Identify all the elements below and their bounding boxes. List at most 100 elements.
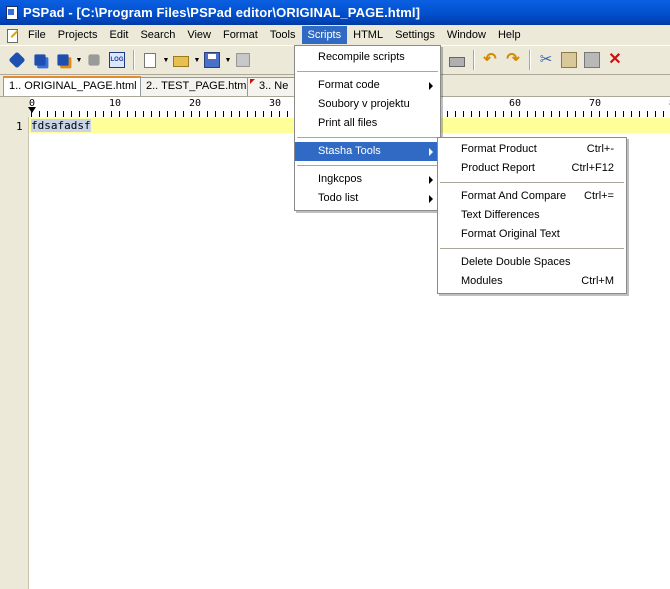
menu-item-label: Modules xyxy=(461,275,503,287)
menu-edit[interactable]: Edit xyxy=(103,26,134,44)
ruler-label: 60 xyxy=(509,98,522,109)
undo-button[interactable]: ↶ xyxy=(479,49,501,71)
menu-separator xyxy=(297,71,438,72)
menu-help[interactable]: Help xyxy=(492,26,527,44)
undo-icon: ↶ xyxy=(483,51,497,68)
new-file-dropdown-arrow[interactable]: ▼ xyxy=(162,49,170,71)
menu-item-todo-list[interactable]: Todo list xyxy=(295,189,440,208)
clipboard-icon xyxy=(584,52,600,68)
document-tab[interactable]: 2.. TEST_PAGE.html xyxy=(140,77,249,96)
redo-button[interactable]: ↷ xyxy=(502,49,524,71)
menu-html[interactable]: HTML xyxy=(347,26,389,44)
menu-item-modules[interactable]: Modules Ctrl+M xyxy=(438,272,626,291)
menu-item-format-product[interactable]: Format Product Ctrl+- xyxy=(438,140,626,159)
menu-projects[interactable]: Projects xyxy=(52,26,104,44)
menu-item-format-and-compare[interactable]: Format And Compare Ctrl+= xyxy=(438,187,626,206)
submenu-arrow-icon xyxy=(429,176,433,184)
new-file-button[interactable] xyxy=(139,49,161,71)
menu-item-text-differences[interactable]: Text Differences xyxy=(438,206,626,225)
log-button[interactable]: LOG xyxy=(106,49,128,71)
menu-item-label: Print all files xyxy=(318,117,378,129)
ruler-label: 10 xyxy=(109,98,122,109)
menu-format[interactable]: Format xyxy=(217,26,264,44)
menu-view[interactable]: View xyxy=(181,26,217,44)
stasha-tools-submenu: Format Product Ctrl+- Product Report Ctrl+F… xyxy=(437,137,627,294)
ruler-label: 70 xyxy=(589,98,602,109)
menu-item-shortcut: Ctrl+F12 xyxy=(571,162,615,174)
menu-scripts[interactable]: Scripts xyxy=(301,26,348,44)
line-number: 1 xyxy=(16,120,23,133)
menu-item-shortcut: Ctrl+- xyxy=(586,143,614,155)
tab-label: 1.. ORIGINAL_PAGE.html xyxy=(9,80,137,92)
document-tab[interactable]: 1.. ORIGINAL_PAGE.html xyxy=(3,76,141,96)
project-dropdown-arrow[interactable]: ▼ xyxy=(75,49,83,71)
disabled-button[interactable] xyxy=(83,49,105,71)
document-edit-icon[interactable] xyxy=(4,27,20,43)
toolbar-separator xyxy=(473,50,475,70)
disabled-icon xyxy=(88,54,100,66)
menu-item-label: Stasha Tools xyxy=(318,145,381,157)
redo-icon: ↷ xyxy=(506,51,520,68)
menu-item-label: Format And Compare xyxy=(461,190,567,202)
scripts-dropdown-menu: Recompile scripts Format code Soubory v pr… xyxy=(294,45,441,211)
menu-item-soubory-v-projektu[interactable]: Soubory v projektu xyxy=(295,95,440,114)
save-all-icon xyxy=(236,53,250,67)
menu-item-format-original-text[interactable]: Format Original Text xyxy=(438,225,626,244)
delete-button[interactable]: ✕ xyxy=(604,49,626,71)
toolbar-separator xyxy=(529,50,531,70)
open-file-button[interactable] xyxy=(170,49,192,71)
menu-item-label: Delete Double Spaces xyxy=(461,256,571,268)
window-title: PSPad - [C:\Program Files\PSPad editor\O… xyxy=(23,5,421,20)
tab-label: 3.. Ne xyxy=(259,80,289,92)
menu-window[interactable]: Window xyxy=(441,26,492,44)
menu-separator xyxy=(440,248,624,249)
menu-item-ingkcpos[interactable]: Ingkcpos xyxy=(295,170,440,189)
menu-item-print-all-files[interactable]: Print all files xyxy=(295,114,440,133)
menu-item-label: Soubory v projektu xyxy=(318,98,410,110)
menu-settings[interactable]: Settings xyxy=(389,26,441,44)
menu-item-stasha-tools[interactable]: Stasha Tools xyxy=(295,142,440,161)
project-button[interactable] xyxy=(6,49,28,71)
menu-file[interactable]: File xyxy=(22,26,52,44)
open-file-dropdown-arrow[interactable]: ▼ xyxy=(193,49,201,71)
open-project-button[interactable] xyxy=(29,49,51,71)
menu-item-delete-double-spaces[interactable]: Delete Double Spaces xyxy=(438,253,626,272)
modified-marker-icon xyxy=(250,79,255,84)
ruler-label: 20 xyxy=(189,98,202,109)
menu-item-product-report[interactable]: Product Report Ctrl+F12 xyxy=(438,159,626,178)
menu-item-label: Format Original Text xyxy=(461,228,560,240)
cube-icon xyxy=(8,51,26,69)
toolbar-separator xyxy=(133,50,135,70)
save-button[interactable] xyxy=(201,49,223,71)
menu-item-label: Todo list xyxy=(318,192,359,204)
title-bar: PSPad - [C:\Program Files\PSPad editor\O… xyxy=(0,0,670,25)
menu-item-label: Format Product xyxy=(461,143,537,155)
ruler-gutter xyxy=(0,97,30,117)
ruler-label: 30 xyxy=(269,98,282,109)
copy-button[interactable] xyxy=(558,49,580,71)
menu-item-label: Ingkcpos xyxy=(318,173,363,185)
cut-button[interactable]: ✂ xyxy=(535,49,557,71)
copy-icon xyxy=(561,52,577,68)
submenu-arrow-icon xyxy=(429,82,433,90)
save-project-button[interactable] xyxy=(52,49,74,71)
line-number-gutter: 1 xyxy=(0,117,29,589)
menu-search[interactable]: Search xyxy=(134,26,181,44)
code-line[interactable]: fdsafadsf xyxy=(31,119,91,132)
scissors-icon: ✂ xyxy=(539,51,553,68)
menu-tools[interactable]: Tools xyxy=(264,26,302,44)
cubes-icon xyxy=(34,54,46,66)
menu-bar: File Projects Edit Search View Format Tools Scr… xyxy=(0,25,670,45)
save-dropdown-arrow[interactable]: ▼ xyxy=(224,49,232,71)
selected-text[interactable]: fdsafadsf xyxy=(31,119,91,132)
delete-x-icon: ✕ xyxy=(608,51,622,68)
save-all-button[interactable] xyxy=(232,49,254,71)
menu-item-recompile-scripts[interactable]: Recompile scripts xyxy=(295,48,440,67)
menu-item-label: Recompile scripts xyxy=(318,51,405,63)
folder-open-icon xyxy=(173,56,189,67)
menu-item-label: Product Report xyxy=(461,162,535,174)
printer-icon xyxy=(449,57,465,67)
paste-button[interactable] xyxy=(581,49,603,71)
menu-item-format-code[interactable]: Format code xyxy=(295,76,440,95)
print-button[interactable] xyxy=(446,49,468,71)
